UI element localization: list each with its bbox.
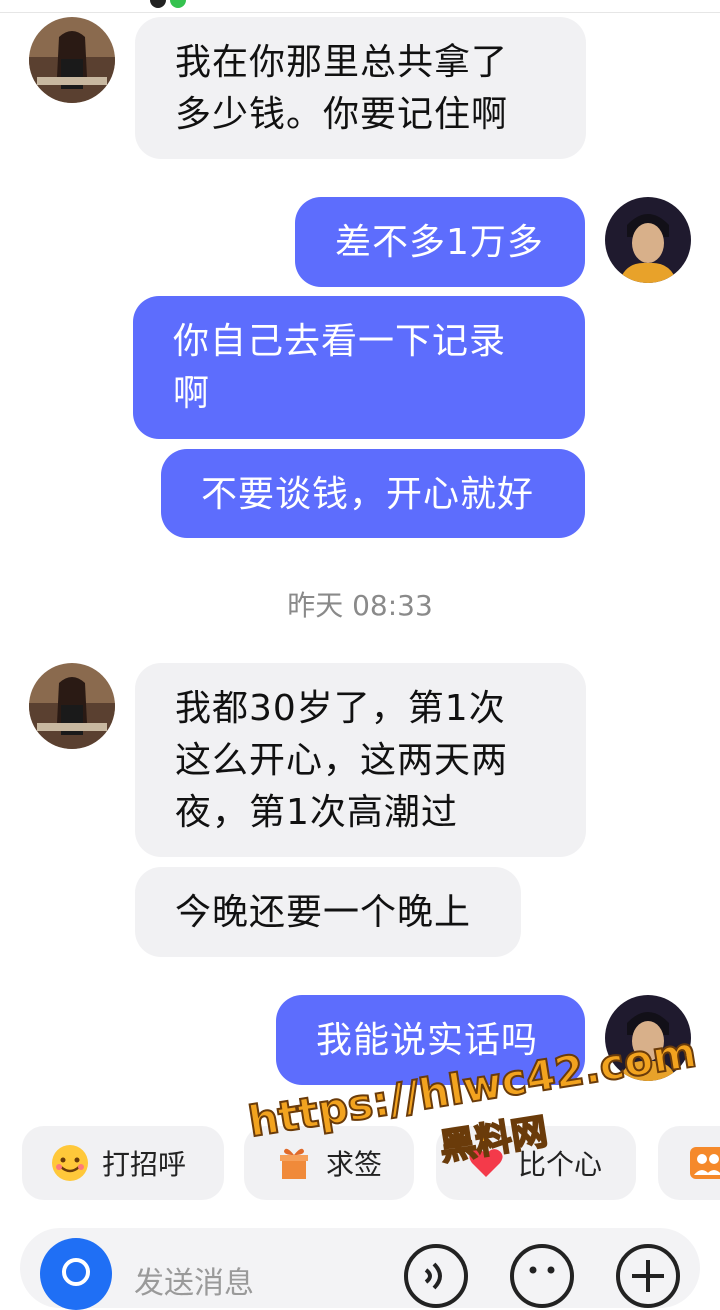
smile-emoji-icon: [52, 1145, 88, 1181]
timestamp: 昨天 08:33: [287, 589, 433, 622]
quick-reply-label: 比个心: [518, 1148, 603, 1181]
heart-icon: [469, 1149, 503, 1177]
group-icon: [690, 1147, 720, 1179]
camera-icon: [62, 1258, 90, 1286]
message-line: 多少钱。你要记住啊: [175, 94, 509, 135]
message-text: 我能说实话吗: [316, 1020, 539, 1061]
message-line: 这么开心，这两天两: [175, 740, 509, 781]
outgoing-message[interactable]: 不要谈钱，开心就好: [161, 449, 585, 538]
incoming-message[interactable]: 今晚还要一个晚上: [135, 867, 521, 957]
message-text: 差不多1万多: [335, 222, 544, 263]
contact-avatar[interactable]: [29, 17, 115, 103]
quick-reply-greet[interactable]: 打招呼: [22, 1126, 224, 1200]
plus-button[interactable]: [616, 1244, 680, 1308]
message-line: 你自己去看一下记录: [173, 321, 507, 362]
incoming-message[interactable]: 我都30岁了，第1次 这么开心，这两天两 夜，第1次高潮过: [135, 663, 586, 857]
message-line: 啊: [173, 373, 211, 414]
gift-icon: [280, 1148, 308, 1179]
quick-reply-label: 打招呼: [102, 1148, 187, 1181]
status-dots: [150, 0, 200, 8]
quick-reply-more[interactable]: [658, 1126, 720, 1200]
message-line: 我在你那里总共拿了: [175, 42, 509, 83]
emoji-icon: [529, 1266, 555, 1274]
plus-icon: [632, 1260, 664, 1292]
quick-reply-gift[interactable]: 求签: [244, 1126, 414, 1200]
message-input[interactable]: 发送消息: [134, 1258, 254, 1302]
outgoing-message[interactable]: 我能说实话吗: [276, 995, 585, 1085]
my-avatar[interactable]: [605, 197, 691, 283]
emoji-button[interactable]: [510, 1244, 574, 1308]
message-line: 我都30岁了，第1次: [175, 688, 506, 729]
my-avatar[interactable]: [605, 995, 691, 1081]
outgoing-message[interactable]: 差不多1万多: [295, 197, 585, 287]
status-strip: [0, 0, 720, 13]
message-line: 夜，第1次高潮过: [175, 792, 458, 833]
quick-reply-label: 求签: [326, 1148, 383, 1181]
outgoing-message[interactable]: 你自己去看一下记录 啊: [133, 296, 585, 439]
incoming-message[interactable]: 我在你那里总共拿了 多少钱。你要记住啊: [135, 17, 586, 159]
voice-button[interactable]: [404, 1244, 468, 1308]
message-text: 不要谈钱，开心就好: [201, 474, 535, 515]
contact-avatar[interactable]: [29, 663, 115, 749]
message-text: 今晚还要一个晚上: [175, 892, 472, 933]
message-input-bar: [20, 1228, 700, 1308]
quick-reply-heart[interactable]: 比个心: [436, 1126, 636, 1200]
camera-button[interactable]: [40, 1238, 112, 1310]
voice-icon: [424, 1262, 442, 1290]
